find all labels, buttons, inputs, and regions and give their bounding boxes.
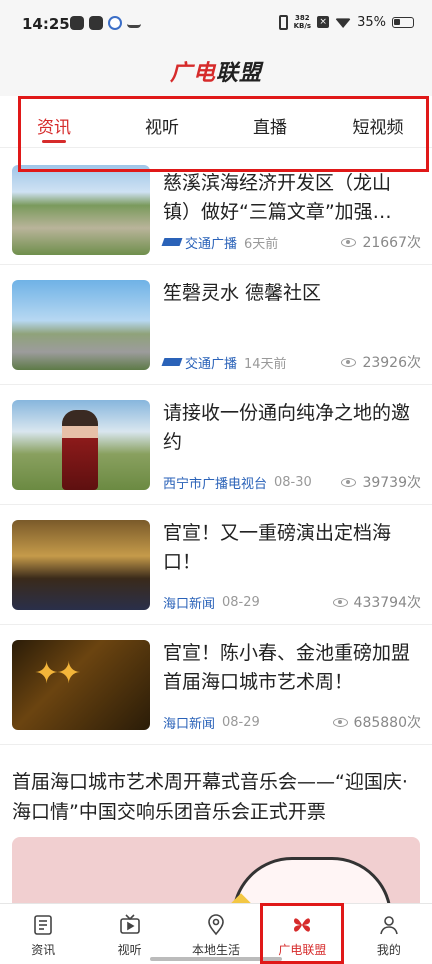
nav-audio-video-label: 视听 — [117, 943, 142, 957]
home-indicator[interactable] — [150, 957, 282, 961]
news-icon — [34, 915, 53, 935]
wifi-icon — [335, 18, 352, 28]
battery-percent: 35% — [357, 14, 386, 30]
crown-icon — [127, 16, 141, 28]
alliance-icon — [294, 918, 311, 932]
news-meta: 交通广播 14天前 23926次 — [161, 352, 421, 372]
news-source: 海口新闻 — [163, 596, 216, 612]
news-item[interactable]: 请接收一份通向纯净之地的邀约 西宁市广播电视台 08-30 39739次 — [0, 385, 432, 505]
eye-icon — [341, 477, 357, 487]
app-notification-icon — [70, 16, 84, 30]
view-count: 21667次 — [341, 232, 421, 252]
nav-local-life-label: 本地生活 — [192, 943, 241, 957]
nav-news[interactable]: 资讯 — [0, 904, 86, 964]
news-title: 慈溪滨海经济开发区（龙山镇）做好“三篇文章”加强… — [163, 172, 392, 223]
nav-local-life[interactable]: 本地生活 — [173, 904, 259, 964]
nav-alliance[interactable]: 广电联盟 — [259, 904, 345, 964]
eye-icon — [341, 357, 357, 367]
news-source: 西宁市广播电视台 — [163, 476, 268, 492]
tiktok-icon — [89, 16, 103, 30]
news-feed: 慈溪滨海经济开发区（龙山镇）做好“三篇文章”加强… 交通广播 6天前 21667… — [0, 149, 432, 745]
news-item[interactable]: ✦✦ 官宣！陈小春、金池重磅加盟首届海口城市艺术周！ 海口新闻 08-29 68… — [0, 625, 432, 745]
featured-news-title: 首届海口城市艺术周开幕式音乐会——“迎国庆·海口情”中国交响乐团音乐会正式开票 — [12, 771, 408, 823]
profile-icon — [380, 916, 398, 935]
battery-icon — [392, 16, 414, 28]
source-logo-icon — [161, 238, 183, 246]
vibrate-icon — [278, 14, 288, 30]
view-count: 685880次 — [332, 712, 421, 732]
news-thumbnail — [12, 520, 150, 610]
nav-alliance-label: 广电联盟 — [278, 943, 327, 957]
category-tabs: 资讯 视听 直播 短视频 — [0, 96, 432, 148]
app-header: 广电联盟 — [0, 50, 432, 96]
view-count-value: 39739次 — [362, 475, 421, 491]
news-meta: 西宁市广播电视台 08-30 39739次 — [163, 472, 421, 492]
logo-part1: 广电 — [169, 61, 216, 86]
news-source: 交通广播 — [185, 236, 238, 252]
view-count-value: 23926次 — [362, 355, 421, 371]
tab-short-video[interactable]: 短视频 — [324, 96, 432, 147]
news-time: 08-30 — [274, 474, 312, 490]
nav-profile[interactable]: 我的 — [346, 904, 432, 964]
news-title: 请接收一份通向纯净之地的邀约 — [163, 402, 411, 453]
news-title: 笙磬灵水 德馨社区 — [163, 282, 322, 304]
status-bar: 14:25 382 KB/s × 35% — [0, 0, 432, 50]
news-meta: 海口新闻 08-29 433794次 — [163, 592, 421, 612]
tv-icon — [119, 914, 140, 934]
nav-audio-video[interactable]: 视听 — [86, 904, 172, 964]
view-count-value: 21667次 — [362, 235, 421, 251]
news-meta: 海口新闻 08-29 685880次 — [163, 712, 421, 732]
nav-profile-label: 我的 — [376, 943, 401, 957]
net-speed: 382 KB/s — [294, 14, 311, 30]
tab-audio-video[interactable]: 视听 — [108, 96, 216, 147]
nav-news-label: 资讯 — [31, 943, 56, 957]
news-thumbnail — [12, 400, 150, 490]
status-indicators: 382 KB/s × 35% — [278, 14, 414, 30]
thumbnail-artwork: ✦✦ — [34, 656, 81, 691]
app-logo: 广电联盟 — [170, 55, 262, 87]
status-time: 14:25 — [22, 15, 70, 33]
location-icon — [208, 914, 224, 936]
news-meta: 交通广播 6天前 21667次 — [161, 232, 421, 252]
eye-icon — [341, 237, 357, 247]
news-thumbnail: ✦✦ — [12, 640, 150, 730]
tab-news[interactable]: 资讯 — [0, 96, 108, 147]
notification-icons — [70, 16, 141, 30]
news-source: 交通广播 — [185, 356, 238, 372]
news-title: 官宣！又一重磅演出定档海口！ — [163, 522, 392, 573]
view-count-value: 433794次 — [353, 595, 421, 611]
thumbnail-figure — [62, 410, 98, 490]
news-thumbnail — [12, 280, 150, 370]
news-source: 海口新闻 — [163, 716, 216, 732]
news-time: 08-29 — [222, 714, 260, 730]
eye-icon — [332, 597, 348, 607]
news-title: 官宣！陈小春、金池重磅加盟首届海口城市艺术周！ — [163, 642, 411, 693]
news-item[interactable]: 慈溪滨海经济开发区（龙山镇）做好“三篇文章”加强… 交通广播 6天前 21667… — [0, 149, 432, 265]
news-time: 6天前 — [244, 236, 279, 252]
view-count: 39739次 — [341, 472, 421, 492]
news-item[interactable]: 笙磬灵水 德馨社区 交通广播 14天前 23926次 — [0, 265, 432, 385]
sim-x-icon: × — [317, 16, 330, 28]
app-notification-icon-2 — [108, 16, 122, 30]
net-speed-value: 382 — [295, 14, 310, 22]
news-item[interactable]: 官宣！又一重磅演出定档海口！ 海口新闻 08-29 433794次 — [0, 505, 432, 625]
net-speed-unit: KB/s — [293, 22, 312, 30]
source-logo-icon — [161, 358, 183, 366]
news-thumbnail — [12, 165, 150, 255]
bottom-navigation: 资讯 视听 本地生活 广电联盟 我的 — [0, 903, 432, 964]
eye-icon — [332, 717, 348, 727]
view-count-value: 685880次 — [353, 715, 421, 731]
news-time: 14天前 — [244, 356, 287, 372]
news-time: 08-29 — [222, 594, 260, 610]
tab-live[interactable]: 直播 — [216, 96, 324, 147]
view-count: 23926次 — [341, 352, 421, 372]
logo-part2: 联盟 — [216, 61, 263, 86]
view-count: 433794次 — [332, 592, 421, 612]
